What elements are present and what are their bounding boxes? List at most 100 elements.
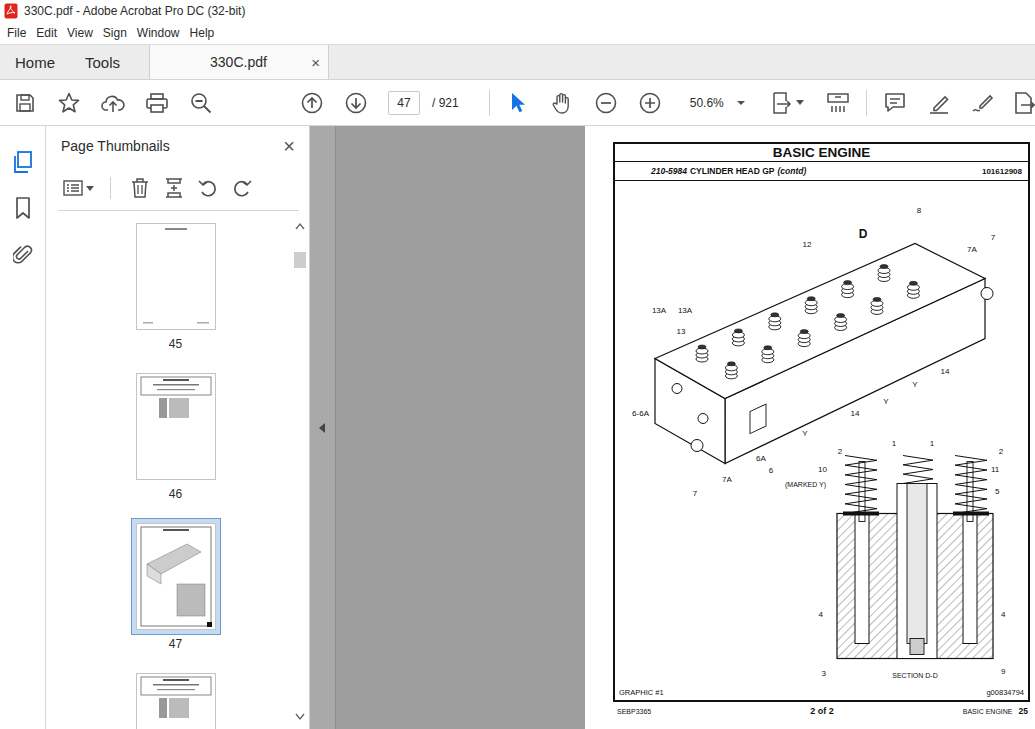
rotate-left-button[interactable] [193, 174, 223, 202]
thumbnail-frame [131, 368, 221, 485]
thumbnail-item[interactable] [131, 668, 221, 729]
menu-item[interactable]: File [2, 26, 31, 40]
menu-item[interactable]: Sign [98, 26, 132, 40]
tab-bar: Home Tools 330C.pdf × [0, 44, 1035, 80]
menu-item[interactable]: Window [132, 26, 185, 40]
scroll-pages-icon [827, 92, 849, 114]
continued-note: (contd) [777, 166, 806, 176]
bookmark-star-button[interactable] [47, 85, 91, 121]
page-thumbnails-button[interactable] [7, 146, 39, 178]
pdf-file-icon [4, 3, 18, 19]
menu-item[interactable]: Edit [31, 26, 62, 40]
tab-label: Home [15, 54, 55, 71]
pages-icon [13, 151, 33, 173]
zoom-in-button[interactable] [628, 85, 672, 121]
graphic-row: GRAPHIC #1g00834794 [615, 686, 1028, 700]
menu-item[interactable]: View [62, 26, 98, 40]
callout-label: 7 [991, 233, 996, 242]
scroll-up-arrow-icon[interactable] [295, 222, 305, 230]
zoom-dropdown[interactable]: 50.6% [680, 91, 752, 115]
delete-pages-button[interactable] [125, 174, 155, 202]
export-pdf-icon [1013, 92, 1035, 114]
panel-close-button[interactable]: × [283, 135, 295, 158]
export-button[interactable] [1005, 85, 1035, 121]
callout-label: 13A [652, 306, 667, 315]
bookmarks-button[interactable] [7, 192, 39, 224]
select-tool-button[interactable] [496, 85, 540, 121]
thumbnail-page-number: 46 [169, 485, 182, 503]
collapse-left-icon [319, 423, 326, 433]
page-preview-icon [137, 374, 215, 479]
save-button[interactable] [3, 85, 47, 121]
callout-label: 4 [1001, 610, 1006, 619]
panel-collapse-handle[interactable] [310, 126, 336, 729]
page-preview-icon [137, 224, 215, 329]
reference-number: 101612908 [982, 167, 1022, 176]
tab-label: Tools [85, 54, 120, 71]
thumbnail-item[interactable]: 47 [131, 518, 221, 653]
callout-label: Y [883, 397, 889, 406]
thumbnail-page [137, 224, 215, 329]
next-page-button[interactable] [334, 85, 378, 121]
plus-circle-icon [639, 92, 661, 114]
valve-spring [835, 314, 847, 331]
callout-label: 5 [995, 487, 1000, 496]
page-number-field[interactable]: 47 [388, 91, 420, 115]
rotate-right-button[interactable] [227, 174, 257, 202]
valve-spring [871, 297, 883, 314]
share-button[interactable] [91, 85, 135, 121]
thumbnail-page-number: 45 [169, 335, 182, 353]
sign-button[interactable] [961, 85, 1005, 121]
hand-tool-button[interactable] [540, 85, 584, 121]
callout-label: 10 [818, 465, 827, 474]
scrollbar-thumb[interactable] [294, 252, 306, 268]
minus-circle-icon [595, 92, 617, 114]
printer-icon [146, 93, 168, 113]
tab-label: 330C.pdf [210, 54, 267, 70]
thumbnail-list: 45 46 47 [46, 218, 293, 729]
highlight-button[interactable] [917, 85, 961, 121]
print-button[interactable] [135, 85, 179, 121]
zoom-search-button[interactable] [179, 85, 223, 121]
thumbnail-item[interactable]: 46 [131, 368, 221, 503]
thumbnail-item[interactable]: 45 [131, 218, 221, 353]
zoom-out-button[interactable] [584, 85, 628, 121]
menu-item[interactable]: Help [185, 26, 220, 40]
callout-label: (MARKED Y) [785, 481, 826, 489]
thumbnail-page-number: 47 [169, 635, 182, 653]
scroll-down-arrow-icon[interactable] [295, 713, 305, 721]
magnifier-minus-icon [190, 92, 212, 114]
part-number: 210-5984 [651, 166, 687, 176]
thumbnail-frame [131, 668, 221, 729]
scrollbar[interactable] [293, 218, 307, 729]
thumbnail-page [137, 524, 215, 629]
page-frame: BASIC ENGINE210-5984CYLINDER HEAD GP(con… [613, 142, 1030, 702]
part-title-row: 210-5984CYLINDER HEAD GP(contd)101612908 [615, 162, 1028, 181]
comment-button[interactable] [873, 85, 917, 121]
attachments-button[interactable] [7, 238, 39, 270]
callout-label: 7A [722, 475, 732, 484]
callout-label: D [859, 227, 868, 241]
scroll-mode-button[interactable] [816, 85, 860, 121]
bookmark-icon [15, 197, 31, 219]
options-button[interactable] [58, 174, 98, 202]
tab[interactable]: Tools [70, 45, 135, 79]
paperclip-icon [13, 243, 33, 265]
callout-label: SECTION D-D [892, 672, 938, 679]
tab[interactable]: Home [0, 45, 70, 79]
save-icon [15, 93, 35, 113]
previous-page-button[interactable] [290, 85, 334, 121]
insert-pages-button[interactable] [159, 174, 189, 202]
valve-spring [725, 362, 737, 379]
tab[interactable]: 330C.pdf × [149, 45, 329, 79]
tab-close-button[interactable]: × [311, 54, 320, 71]
section-name: BASIC ENGINE [963, 708, 1013, 715]
valve-spring [805, 297, 817, 314]
page-preview-icon [137, 524, 215, 629]
thumbnail-page [137, 374, 215, 479]
valve-spring [696, 345, 708, 362]
thumbnail-page [137, 674, 215, 729]
page-fit-button[interactable] [760, 85, 816, 121]
caret-down-icon [86, 186, 94, 191]
footer-section: BASIC ENGINE25 [963, 706, 1028, 716]
